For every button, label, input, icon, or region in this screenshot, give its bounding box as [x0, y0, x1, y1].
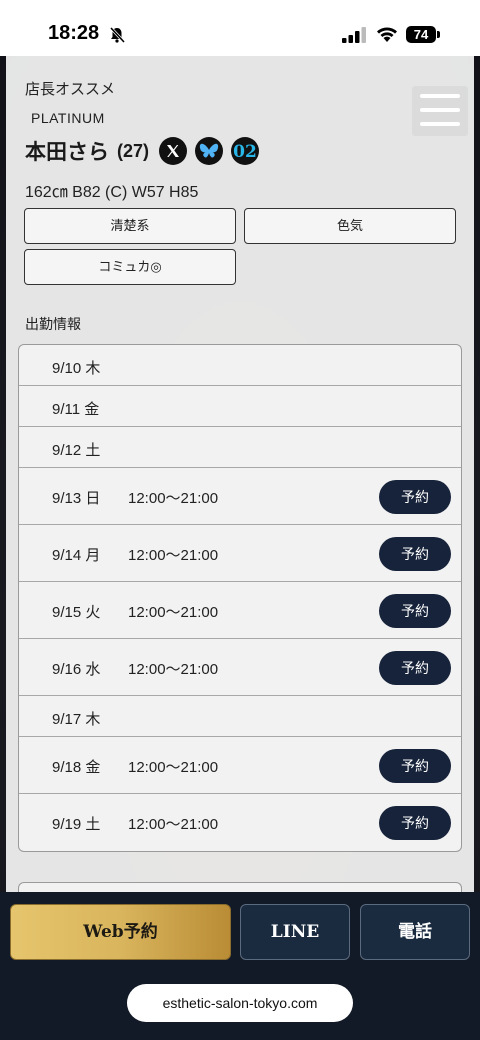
- schedule-row: 9/14 月 12:00〜21:00 予約: [19, 525, 461, 582]
- battery-indicator: 74: [406, 26, 436, 43]
- cellular-signal-icon: [342, 27, 366, 43]
- line-button[interactable]: LINE: [240, 904, 350, 960]
- recommend-label: 店長オススメ: [25, 81, 116, 98]
- status-bar: 18:28 74: [0, 0, 480, 56]
- schedule-time: 12:00〜21:00: [128, 661, 219, 678]
- menu-line-icon: [420, 94, 460, 98]
- reserve-button[interactable]: 予約: [379, 806, 451, 840]
- schedule-row: 9/18 金 12:00〜21:00 予約: [19, 737, 461, 794]
- reserve-button[interactable]: 予約: [379, 651, 451, 685]
- schedule-time: 12:00〜21:00: [128, 490, 219, 507]
- o2-icon[interactable]: 02: [231, 137, 260, 165]
- schedule-date: 9/12 土: [52, 442, 101, 459]
- tag-seiso: 清楚系: [24, 208, 236, 244]
- phone-button[interactable]: 電話: [360, 904, 470, 960]
- schedule-row: 9/17 木: [19, 696, 461, 737]
- browser-url-bar[interactable]: esthetic-salon-tokyo.com: [127, 984, 353, 1022]
- schedule-time: 12:00〜21:00: [128, 759, 219, 776]
- tag-iroke: 色気: [244, 208, 456, 244]
- name-row: 本田さら (27) 02: [25, 136, 260, 166]
- schedule-row: 9/15 火 12:00〜21:00 予約: [19, 582, 461, 639]
- rank-label: PLATINUM: [31, 110, 105, 126]
- schedule-row: 9/16 水 12:00〜21:00 予約: [19, 639, 461, 696]
- tag-communication: コミュカ◎: [24, 249, 236, 285]
- reserve-button[interactable]: 予約: [379, 537, 451, 571]
- schedule-title: 出勤情報: [25, 316, 81, 332]
- reserve-button[interactable]: 予約: [379, 749, 451, 783]
- wifi-icon: [377, 27, 397, 42]
- schedule-date: 9/17 木: [52, 711, 101, 728]
- schedule-date: 9/19 土: [52, 816, 101, 833]
- battery-tip: [437, 31, 440, 38]
- schedule-date: 9/14 月: [52, 547, 101, 564]
- hamburger-menu-button[interactable]: [412, 86, 468, 136]
- schedule-time: 12:00〜21:00: [128, 604, 219, 621]
- web-reserve-button[interactable]: Web予約: [10, 904, 231, 960]
- svg-text:02: 02: [233, 142, 257, 161]
- schedule-date: 9/15 火: [52, 604, 101, 621]
- status-time: 18:28: [48, 22, 100, 44]
- schedule-row: 9/19 土 12:00〜21:00 予約: [19, 794, 461, 851]
- schedule-row: 9/12 土: [19, 427, 461, 468]
- schedule-date: 9/11 金: [52, 401, 100, 418]
- bluesky-icon[interactable]: [195, 137, 224, 165]
- therapist-name: 本田さら: [25, 141, 109, 164]
- schedule-row: 9/13 日 12:00〜21:00 予約: [19, 468, 461, 525]
- reserve-button[interactable]: 予約: [379, 480, 451, 514]
- schedule-table: 9/10 木 9/11 金 9/12 土 9/13 日 12:00〜21:00 …: [18, 344, 462, 852]
- x-icon[interactable]: [159, 137, 188, 165]
- schedule-date: 9/18 金: [52, 759, 101, 776]
- schedule-date: 9/16 水: [52, 661, 101, 678]
- menu-line-icon: [420, 108, 460, 112]
- bell-slash-icon: [109, 26, 126, 44]
- schedule-time: 12:00〜21:00: [128, 547, 219, 564]
- menu-line-icon: [420, 122, 460, 126]
- schedule-row: 9/11 金: [19, 386, 461, 427]
- schedule-date: 9/10 木: [52, 360, 101, 377]
- schedule-date: 9/13 日: [52, 490, 101, 507]
- reserve-button[interactable]: 予約: [379, 594, 451, 628]
- therapist-age: (27): [117, 140, 150, 161]
- measurements: 162㎝ B82 (C) W57 H85: [25, 184, 199, 201]
- schedule-time: 12:00〜21:00: [128, 816, 219, 833]
- schedule-row: 9/10 木: [19, 345, 461, 386]
